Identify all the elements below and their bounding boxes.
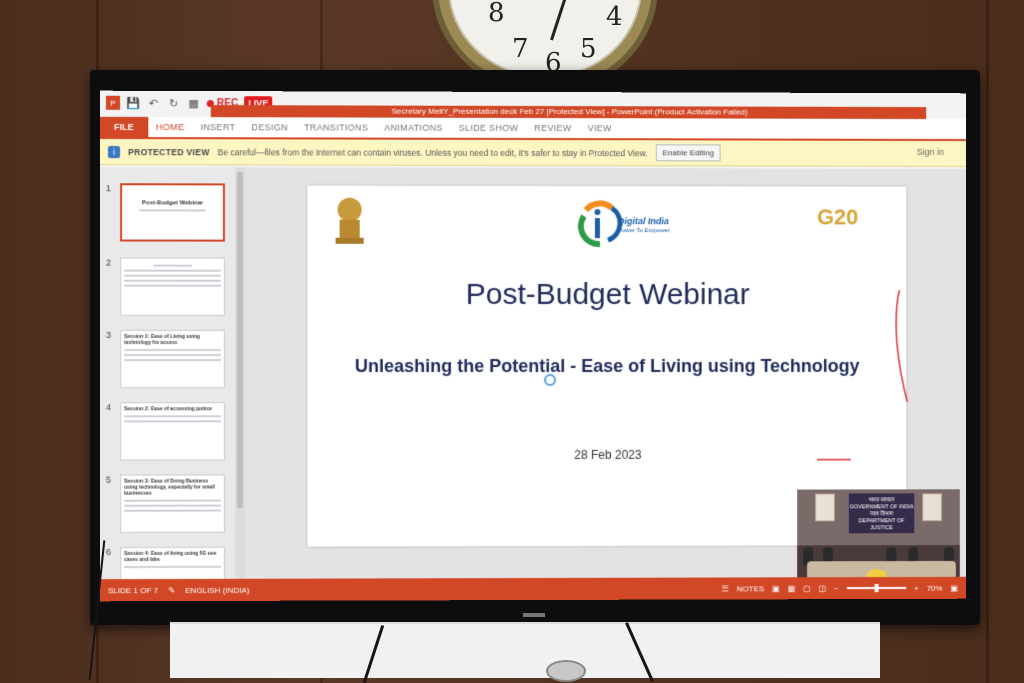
thumbnail-row[interactable]: 2 xyxy=(104,258,229,320)
protected-view-title: PROTECTED VIEW xyxy=(128,146,210,157)
clock-numeral: 5 xyxy=(580,34,597,64)
digital-india-label: Digital India xyxy=(617,216,669,227)
tab-slide-show[interactable]: SLIDE SHOW xyxy=(451,123,527,133)
clock-minute-hand xyxy=(550,0,576,41)
zoom-slider[interactable] xyxy=(846,584,907,593)
spelling-icon[interactable]: ✎ xyxy=(168,585,175,594)
thumbnail-row[interactable]: 3 Session 1: Ease of Living using techno… xyxy=(104,330,229,392)
clock-numeral: 7 xyxy=(512,34,529,64)
zoom-level[interactable]: 70% xyxy=(927,583,943,592)
digital-india-tagline: Power To Empower xyxy=(617,228,670,235)
status-bar: SLIDE 1 OF 7 ✎ ENGLISH (INDIA) ☰ NOTES ▣… xyxy=(99,576,966,602)
thumbnail-number: 2 xyxy=(105,257,111,268)
shield-icon: i xyxy=(107,145,121,158)
thumbnail-number: 5 xyxy=(105,474,111,485)
thumbnail-title: Session 4: Ease of living using 5G use c… xyxy=(124,550,217,564)
department-banner: भारत सरकार GOVERNMENT OF INDIA न्याय विभ… xyxy=(848,493,915,534)
powerpoint-app-icon: P xyxy=(105,95,121,110)
clock-numeral: 8 xyxy=(488,0,505,28)
portrait-frame xyxy=(815,493,835,522)
tv-brand-logo xyxy=(523,613,545,617)
tab-home[interactable]: HOME xyxy=(148,122,193,132)
tv-screen: P 💾 ↶ ↻ ▩ REC LIVE Secretary MeitY_Prese… xyxy=(99,90,966,602)
redo-icon[interactable]: ↻ xyxy=(166,96,180,110)
zoom-in-icon[interactable]: + xyxy=(914,583,919,592)
ribbon-tabs: FILE HOME INSERT DESIGN TRANSITIONS ANIM… xyxy=(99,116,966,142)
ink-annotation xyxy=(891,286,911,406)
thumbnail-title: Session 3: Ease of Doing Business using … xyxy=(124,478,215,497)
thumbnail-number: 4 xyxy=(105,402,111,413)
ink-annotation xyxy=(817,458,851,462)
protected-view-bar: i PROTECTED VIEW Be careful—files from t… xyxy=(99,138,966,167)
slide-title[interactable]: Post-Budget Webinar xyxy=(307,278,906,312)
tab-insert[interactable]: INSERT xyxy=(192,122,243,132)
tab-design[interactable]: DESIGN xyxy=(243,122,296,132)
thumbnail-row[interactable]: 4 Session 2: Ease of accessing justice xyxy=(104,402,229,464)
g20-logo: G20 xyxy=(817,204,859,230)
zoom-out-icon[interactable]: − xyxy=(834,584,839,593)
slide-thumbnail[interactable]: Session 1: Ease of Living using technolo… xyxy=(120,329,225,389)
thumbnail-number: 3 xyxy=(105,329,111,340)
slide-counter: SLIDE 1 OF 7 xyxy=(107,585,159,595)
thumbnail-title: Session 1: Ease of Living using technolo… xyxy=(124,333,200,346)
save-icon[interactable]: 💾 xyxy=(126,96,140,110)
thumbnail-row[interactable]: 1 Post-Budget Webinar xyxy=(104,183,229,245)
slide-thumbnails-pane: 1 Post-Budget Webinar 2 3 Session 1: Eas… xyxy=(99,167,236,602)
sign-in-link[interactable]: Sign in xyxy=(917,147,944,157)
tab-file[interactable]: FILE xyxy=(99,116,148,138)
undo-icon[interactable]: ↶ xyxy=(146,96,160,110)
slideshow-view-icon[interactable]: ◫ xyxy=(819,584,827,593)
scrollbar-thumb[interactable] xyxy=(237,171,244,509)
normal-view-icon[interactable]: ▣ xyxy=(772,584,780,593)
slide-thumbnail[interactable]: Post-Budget Webinar xyxy=(120,183,225,242)
television: P 💾 ↶ ↻ ▩ REC LIVE Secretary MeitY_Prese… xyxy=(90,70,980,625)
reading-view-icon[interactable]: ▢ xyxy=(803,584,811,593)
clock-numeral: 4 xyxy=(606,2,623,32)
zoom-slider-knob[interactable] xyxy=(874,584,879,593)
portrait-frame xyxy=(922,493,943,522)
language-indicator[interactable]: ENGLISH (INDIA) xyxy=(185,585,249,594)
thumbnails-scrollbar[interactable] xyxy=(235,167,246,579)
thumbnail-number: 1 xyxy=(105,183,111,194)
notes-icon[interactable]: ☰ xyxy=(722,584,729,593)
tab-view[interactable]: VIEW xyxy=(580,123,620,133)
start-slideshow-icon[interactable]: ▩ xyxy=(187,96,201,110)
slide-sorter-icon[interactable]: ▦ xyxy=(788,584,796,593)
tab-review[interactable]: REVIEW xyxy=(526,123,579,133)
thumbnail-title: Session 2: Ease of accessing justice xyxy=(124,406,212,413)
national-emblem-icon xyxy=(334,197,363,244)
tab-animations[interactable]: ANIMATIONS xyxy=(376,123,451,133)
fit-slide-icon[interactable]: ▣ xyxy=(950,583,957,592)
protected-view-message: Be careful—files from the Internet can c… xyxy=(217,146,648,158)
status-bar-controls: ☰ NOTES ▣ ▦ ▢ ◫ − + 70% ▣ xyxy=(722,577,958,600)
notes-button[interactable]: NOTES xyxy=(737,584,764,593)
clock-face: 8 7 6 5 4 xyxy=(448,0,642,78)
slide-subtitle[interactable]: Unleashing the Potential - Ease of Livin… xyxy=(307,356,906,377)
wall-cabinet xyxy=(170,622,880,678)
thumbnail-title: Post-Budget Webinar xyxy=(141,200,204,207)
slide-thumbnail[interactable] xyxy=(120,257,225,316)
enable-editing-button[interactable]: Enable Editing xyxy=(655,144,721,162)
busy-cursor-icon xyxy=(543,373,556,386)
slide-thumbnail[interactable]: Session 3: Ease of Doing Business using … xyxy=(120,474,225,533)
thumbnail-row[interactable]: 5 Session 3: Ease of Doing Business usin… xyxy=(104,474,229,536)
slide-thumbnail[interactable]: Session 2: Ease of accessing justice xyxy=(120,402,225,461)
tab-transitions[interactable]: TRANSITIONS xyxy=(296,122,376,132)
thumbnail-number: 6 xyxy=(105,546,111,558)
webcam xyxy=(546,660,586,682)
